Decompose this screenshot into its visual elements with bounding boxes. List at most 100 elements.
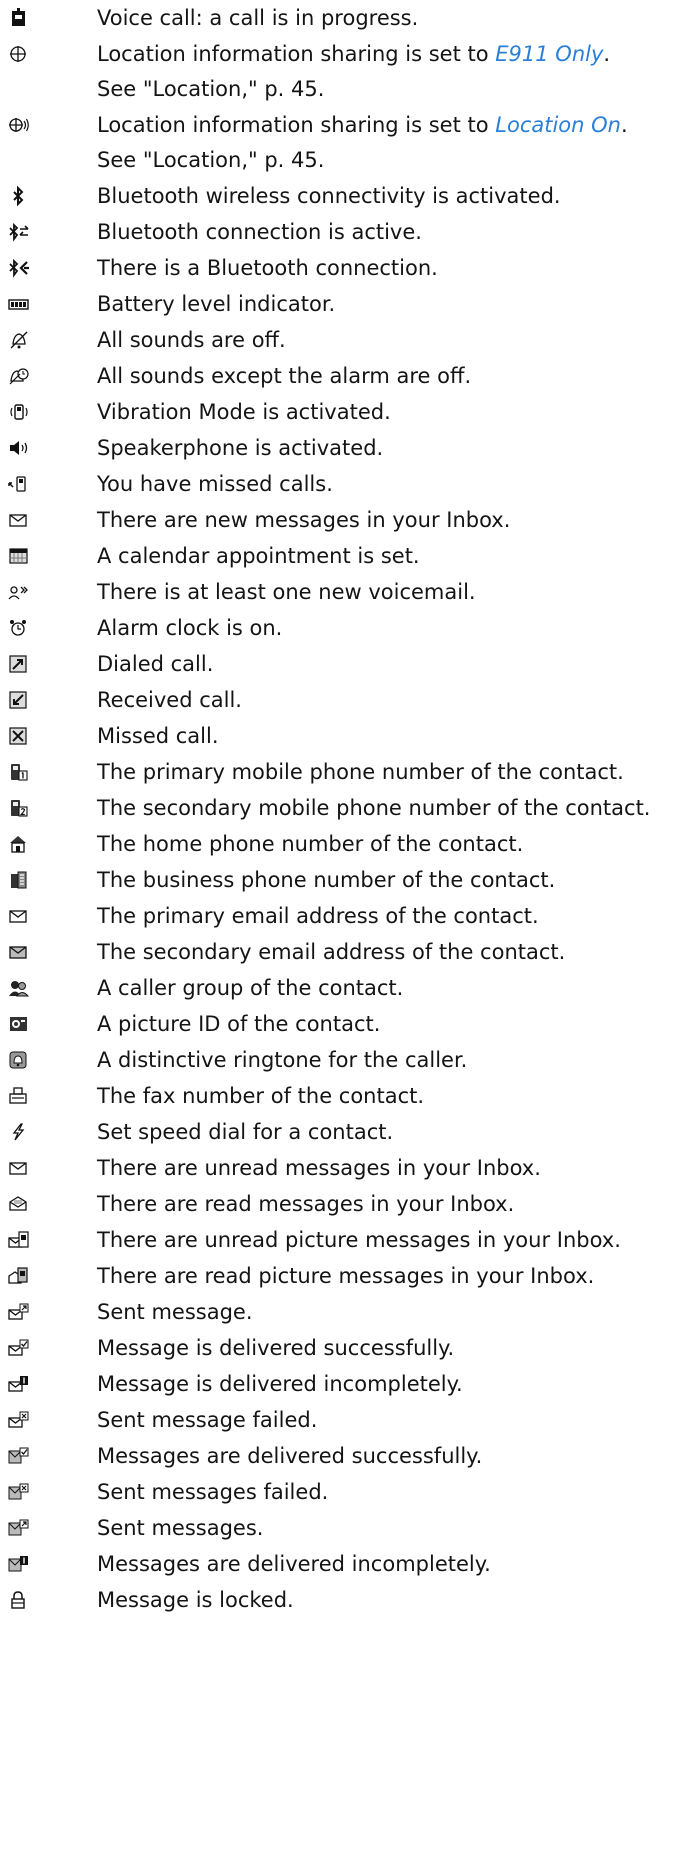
setting-link[interactable]: Location On: [495, 113, 621, 137]
legend-description: Bluetooth wireless connectivity is activ…: [97, 184, 561, 208]
legend-row: Received call.: [0, 682, 685, 718]
legend-row: All sounds are off.: [0, 322, 685, 358]
legend-description: Dialed call.: [97, 652, 214, 676]
vibration-icon: [8, 402, 30, 422]
messages-incomplete-icon: [8, 1554, 30, 1574]
legend-row: A caller group of the contact.: [0, 970, 685, 1006]
legend-description: Received call.: [97, 688, 242, 712]
legend-description-text: Location information sharing is set to: [97, 42, 496, 66]
legend-description: Sent message.: [97, 1300, 253, 1324]
legend-row: All sounds except the alarm are off.: [0, 358, 685, 394]
legend-description: See "Location," p. 45.: [97, 77, 325, 101]
legend-row: A calendar appointment is set.: [0, 538, 685, 574]
alarm-only-icon: [8, 366, 30, 386]
ringtone-icon: [8, 1050, 30, 1070]
legend-row: Messages are delivered incompletely.: [0, 1546, 685, 1582]
missed-calls-icon: [8, 474, 30, 494]
unread-picture-message-icon: [8, 1230, 30, 1250]
business-phone-icon: [8, 870, 30, 890]
silent-icon: [8, 330, 30, 350]
legend-row: The fax number of the contact.: [0, 1078, 685, 1114]
legend-description: See "Location," p. 45.: [97, 148, 325, 172]
legend-row: Message is delivered successfully.: [0, 1330, 685, 1366]
battery-icon: [8, 294, 30, 314]
legend-description-text: Location information sharing is set to: [97, 113, 496, 137]
legend-row-continuation: See "Location," p. 45.: [0, 72, 685, 107]
legend-description: Sent messages.: [97, 1516, 264, 1540]
legend-description: Message is delivered incompletely.: [97, 1372, 463, 1396]
legend-row: The home phone number of the contact.: [0, 826, 685, 862]
legend-description: Alarm clock is on.: [97, 616, 283, 640]
voice-call-icon: [8, 8, 30, 28]
setting-link[interactable]: E911 Only: [495, 42, 603, 66]
legend-description: A calendar appointment is set.: [97, 544, 420, 568]
legend-row: Bluetooth connection is active.: [0, 214, 685, 250]
picture-id-icon: [8, 1014, 30, 1034]
caller-group-icon: [8, 978, 30, 998]
legend-description: You have missed calls.: [97, 472, 333, 496]
legend-description: Location information sharing is set to L…: [97, 107, 628, 143]
legend-description: Sent message failed.: [97, 1408, 318, 1432]
sent-message-icon: [8, 1302, 30, 1322]
legend-description: The business phone number of the contact…: [97, 868, 556, 892]
legend-description: Messages are delivered incompletely.: [97, 1552, 491, 1576]
legend-row: Message is delivered incompletely.: [0, 1366, 685, 1402]
legend-row: Message is locked.: [0, 1582, 685, 1618]
legend-description: The primary mobile phone number of the c…: [97, 760, 624, 784]
legend-row: There are unread messages in your Inbox.: [0, 1150, 685, 1186]
legend-row: There is a Bluetooth connection.: [0, 250, 685, 286]
legend-row: There are unread picture messages in you…: [0, 1222, 685, 1258]
legend-row: The primary mobile phone number of the c…: [0, 754, 685, 790]
messages-failed-icon: [8, 1482, 30, 1502]
legend-description: There are read messages in your Inbox.: [97, 1192, 515, 1216]
unread-message-icon: [8, 1158, 30, 1178]
voicemail-icon: [8, 582, 30, 602]
legend-row: The business phone number of the contact…: [0, 862, 685, 898]
legend-description: A distinctive ringtone for the caller.: [97, 1048, 468, 1072]
legend-description: A caller group of the contact.: [97, 976, 404, 1000]
legend-row: Bluetooth wireless connectivity is activ…: [0, 178, 685, 214]
location-on-icon: [8, 115, 30, 135]
legend-row: The primary email address of the contact…: [0, 898, 685, 934]
received-call-icon: [8, 690, 30, 710]
legend-description: The primary email address of the contact…: [97, 904, 539, 928]
legend-description-punct: .: [603, 42, 611, 66]
legend-description: Voice call: a call is in progress.: [97, 6, 419, 30]
legend-row: Voice call: a call is in progress.: [0, 0, 685, 36]
legend-description: Vibration Mode is activated.: [97, 400, 391, 424]
legend-row: Dialed call.: [0, 646, 685, 682]
legend-description: Set speed dial for a contact.: [97, 1120, 394, 1144]
legend-description: Location information sharing is set to E…: [97, 36, 610, 72]
legend-row: Missed call.: [0, 718, 685, 754]
legend-description-punct: .: [620, 113, 628, 137]
read-message-icon: [8, 1194, 30, 1214]
delivered-message-icon: [8, 1338, 30, 1358]
location-e911-icon: [8, 44, 30, 64]
secondary-mobile-icon: [8, 798, 30, 818]
legend-row: There are read messages in your Inbox.: [0, 1186, 685, 1222]
delivered-incomplete-icon: [8, 1374, 30, 1394]
missed-call-icon: [8, 726, 30, 746]
bluetooth-icon: [8, 186, 30, 206]
icon-legend-list: Voice call: a call is in progress. Locati…: [0, 0, 685, 1618]
speed-dial-icon: [8, 1122, 30, 1142]
legend-description: There is at least one new voicemail.: [97, 580, 476, 604]
legend-description: There is a Bluetooth connection.: [97, 256, 438, 280]
fax-icon: [8, 1086, 30, 1106]
legend-row: Location information sharing is set to L…: [0, 107, 685, 143]
legend-row: The secondary mobile phone number of the…: [0, 790, 685, 826]
legend-description: There are unread picture messages in you…: [97, 1228, 621, 1252]
legend-row: Alarm clock is on.: [0, 610, 685, 646]
legend-description: All sounds except the alarm are off.: [97, 364, 472, 388]
legend-row: Messages are delivered successfully.: [0, 1438, 685, 1474]
legend-row: There are new messages in your Inbox.: [0, 502, 685, 538]
legend-row: You have missed calls.: [0, 466, 685, 502]
legend-row-continuation: See "Location," p. 45.: [0, 143, 685, 178]
legend-description: Messages are delivered successfully.: [97, 1444, 483, 1468]
secondary-email-icon: [8, 942, 30, 962]
calendar-icon: [8, 546, 30, 566]
legend-description: Message is delivered successfully.: [97, 1336, 455, 1360]
legend-description: Missed call.: [97, 724, 219, 748]
alarm-clock-icon: [8, 618, 30, 638]
bluetooth-active-icon: [8, 222, 30, 242]
